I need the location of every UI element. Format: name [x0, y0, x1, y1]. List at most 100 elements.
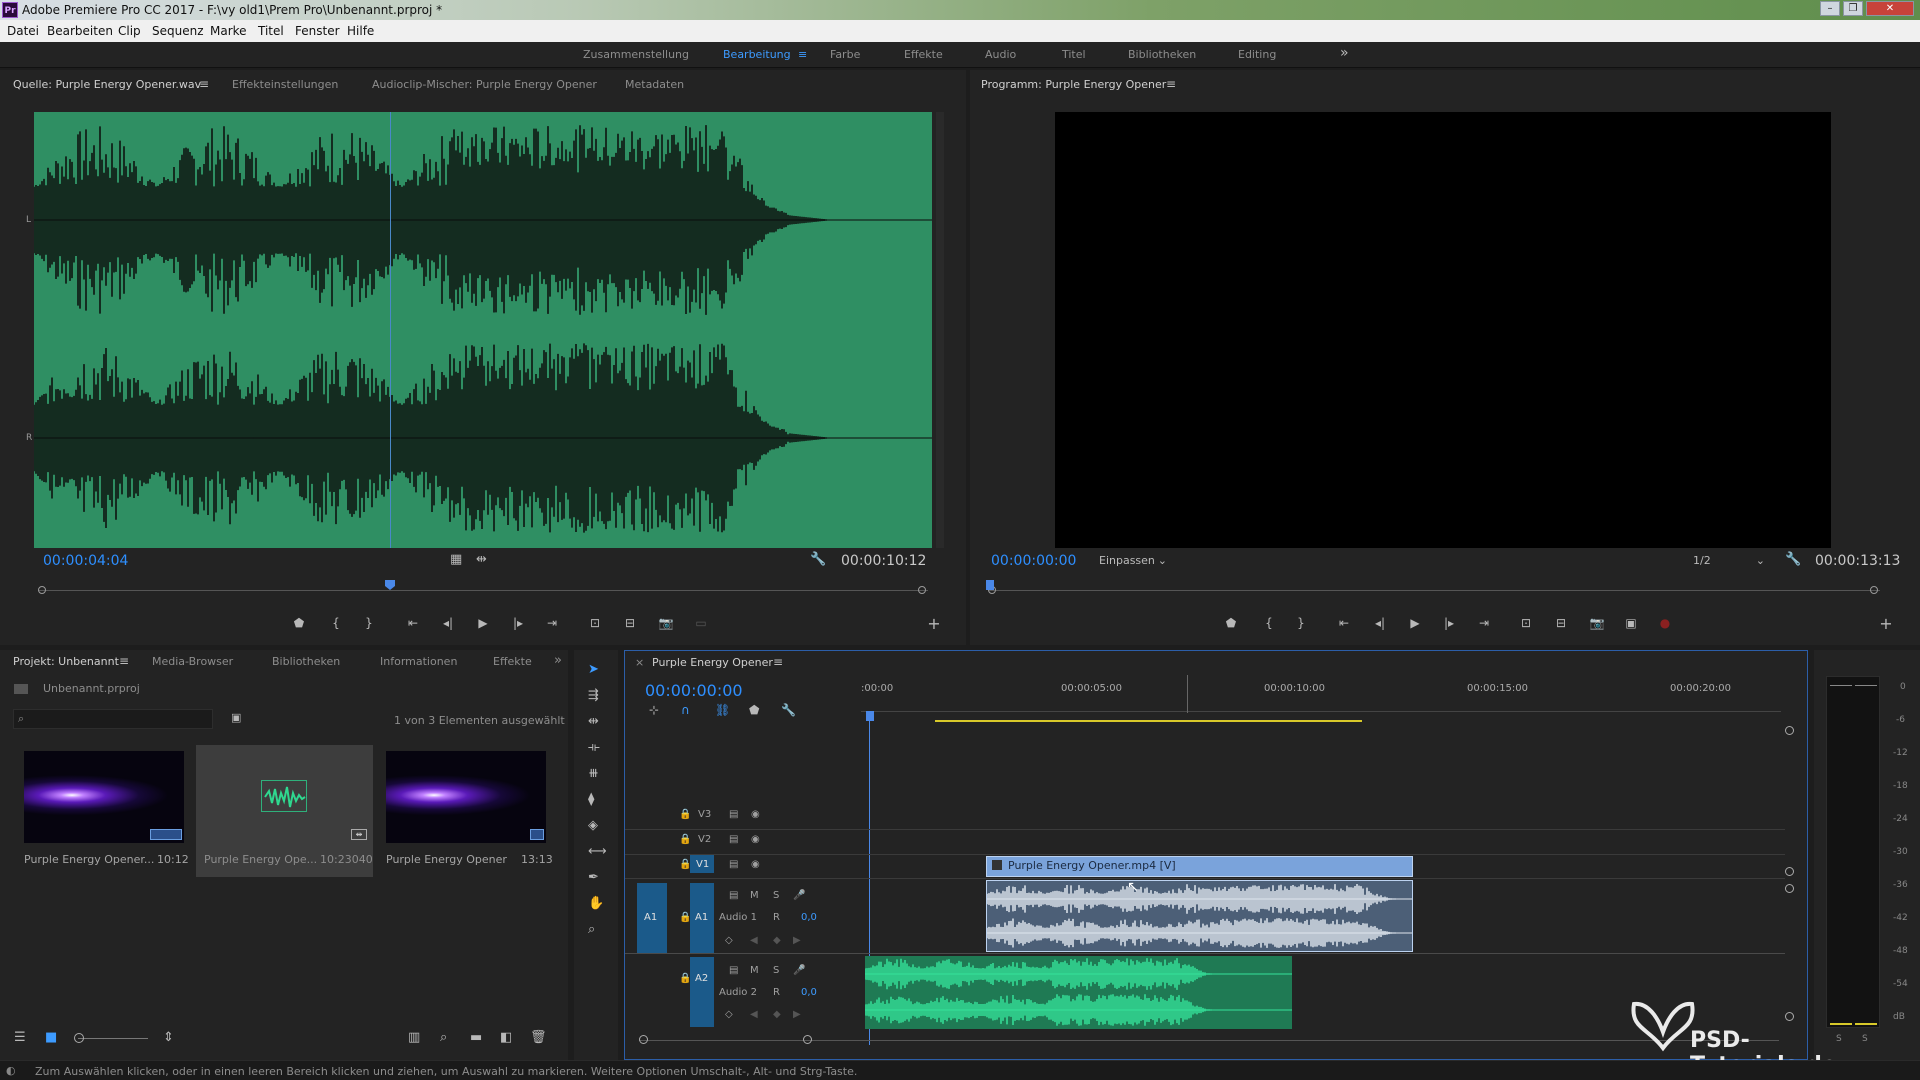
overwrite-icon[interactable]: ⊟	[621, 616, 639, 630]
mark-in-icon[interactable]: {	[327, 616, 345, 630]
program-scrub-end-handle[interactable]	[1870, 586, 1878, 594]
add-keyframe-icon[interactable]: ◆	[773, 935, 781, 946]
track-volume-value[interactable]: 0,0	[801, 912, 817, 923]
project-search-input[interactable]: ⌕	[13, 709, 213, 729]
solo-button[interactable]: S	[773, 965, 779, 976]
menu-sequenz[interactable]: Sequenz	[152, 24, 204, 38]
lock-icon[interactable]: 🔒	[679, 809, 691, 820]
tab-source[interactable]: Quelle: Purple Energy Opener.wav	[13, 78, 201, 91]
play-icon[interactable]: ▶	[474, 616, 492, 630]
timeline-timecode[interactable]: 00:00:00:00	[645, 681, 743, 700]
timeline-settings-wrench-icon[interactable]: 🔧	[781, 703, 796, 717]
comparison-view-icon[interactable]: ▣	[1622, 616, 1640, 630]
audio-clip-a1[interactable]	[986, 880, 1413, 952]
program-scrub-bar[interactable]	[986, 580, 1880, 598]
ripple-edit-tool-icon[interactable]: ⇹	[588, 714, 599, 729]
menu-fenster[interactable]: Fenster	[295, 24, 340, 38]
voiceover-mic-icon[interactable]: 🎤	[793, 890, 805, 901]
menu-marke[interactable]: Marke	[210, 24, 247, 38]
drag-audio-icon[interactable]: ⇹	[476, 552, 487, 567]
audio-clip-a2[interactable]	[865, 956, 1292, 1029]
program-playhead-marker[interactable]	[986, 580, 994, 590]
source-playhead-marker[interactable]	[385, 580, 395, 590]
go-to-in-icon[interactable]: ⇤	[404, 616, 422, 630]
source-current-timecode[interactable]: 00:00:04:04	[43, 553, 128, 569]
new-bin-icon[interactable]: ▬	[470, 1030, 482, 1045]
linked-selection-icon[interactable]: ⛓	[715, 703, 730, 717]
program-play-icon[interactable]: ▶	[1406, 616, 1424, 630]
audio-scroll-top-handle[interactable]	[1785, 884, 1794, 893]
scrub-start-handle[interactable]	[38, 586, 46, 594]
eye-icon[interactable]: ◉	[751, 859, 760, 870]
sync-lock-icon[interactable]: ▤	[729, 834, 738, 845]
zoom-tool-icon[interactable]: ⌕	[588, 922, 595, 937]
waveform-vertical-scale[interactable]	[936, 112, 944, 548]
prev-keyframe-icon[interactable]: ◀	[750, 1009, 758, 1020]
program-add-button-icon[interactable]: +	[1877, 614, 1895, 633]
slip-tool-icon[interactable]: ◈	[588, 818, 598, 833]
workspace-bearbeitung[interactable]: Bearbeitung	[723, 48, 791, 61]
list-view-icon[interactable]: ☰	[14, 1030, 26, 1045]
tab-libraries[interactable]: Bibliotheken	[272, 655, 340, 668]
tab-sequence[interactable]: Purple Energy Opener	[652, 656, 773, 669]
zoom-scroll-left-handle[interactable]	[639, 1035, 648, 1044]
comparison-view-icon[interactable]: ▭	[692, 616, 710, 630]
add-button-icon[interactable]: +	[925, 614, 943, 633]
zoom-scroll-right-handle[interactable]	[803, 1035, 812, 1044]
minimize-button[interactable]: –	[1820, 1, 1840, 16]
track-volume-value[interactable]: 0,0	[801, 987, 817, 998]
program-export-frame-icon[interactable]: 📷	[1588, 616, 1606, 630]
track-a2-target[interactable]	[690, 957, 714, 1027]
tab-info[interactable]: Informationen	[380, 655, 457, 668]
add-marker-icon[interactable]: ⬟	[290, 616, 308, 630]
hand-tool-icon[interactable]: ✋	[588, 896, 604, 911]
settings-wrench-icon[interactable]: 🔧	[810, 552, 826, 567]
solo-button[interactable]: S	[773, 890, 779, 901]
zoom-slider-handle[interactable]	[74, 1033, 84, 1043]
sort-icon[interactable]: ⇕	[163, 1030, 174, 1045]
lift-icon[interactable]: ⊡	[1517, 616, 1535, 630]
menu-datei[interactable]: Datei	[7, 24, 39, 38]
step-forward-icon[interactable]: |▸	[509, 616, 527, 630]
tab-program[interactable]: Programm: Purple Energy Opener	[981, 78, 1166, 91]
project-item-video-1[interactable]: Purple Energy Opener... 10:12	[14, 745, 191, 877]
program-video-frame[interactable]	[1055, 112, 1831, 548]
fit-dropdown[interactable]: Einpassen ⌄	[1095, 552, 1175, 570]
track-v2-label[interactable]: V2	[698, 834, 711, 845]
timeline-playhead[interactable]	[866, 711, 874, 721]
icon-view-icon[interactable]: ■	[45, 1030, 57, 1045]
track-select-tool-icon[interactable]: ⇶	[588, 688, 599, 703]
program-go-to-out-icon[interactable]: ⇥	[1475, 616, 1493, 630]
drag-video-icon[interactable]: ▦	[450, 552, 462, 567]
source-panel-menu-icon[interactable]: ≡	[199, 77, 209, 91]
workspace-audio[interactable]: Audio	[985, 48, 1016, 61]
eye-icon[interactable]: ◉	[751, 809, 760, 820]
mute-button[interactable]: M	[750, 965, 759, 976]
audio-waveform[interactable]: L R	[26, 112, 932, 548]
tab-media-browser[interactable]: Media-Browser	[152, 655, 233, 668]
resolution-dropdown[interactable]: 1/2 ⌄	[1689, 552, 1769, 570]
zoom-slider[interactable]	[78, 1038, 148, 1039]
sync-lock-icon[interactable]: ▤	[729, 809, 738, 820]
menu-clip[interactable]: Clip	[118, 24, 141, 38]
video-scroll-top-handle[interactable]	[1785, 726, 1794, 735]
workspace-titel[interactable]: Titel	[1062, 48, 1086, 61]
video-clip[interactable]: Purple Energy Opener.mp4 [V]	[986, 856, 1413, 877]
project-panel-menu-icon[interactable]: ≡	[119, 654, 129, 668]
program-step-forward-icon[interactable]: |▸	[1440, 616, 1458, 630]
scrub-end-handle[interactable]	[918, 586, 926, 594]
mark-out-icon[interactable]: }	[360, 616, 378, 630]
export-frame-icon[interactable]: 📷	[657, 616, 675, 630]
razor-tool-icon[interactable]: ⧫	[588, 792, 594, 807]
video-scroll-bottom-handle[interactable]	[1785, 867, 1794, 876]
workspace-editing[interactable]: Editing	[1238, 48, 1276, 61]
project-item-audio[interactable]: ⇹ Purple Energy Ope... 10:23040	[196, 745, 373, 877]
keyframe-toggle-icon[interactable]: ◇	[725, 1009, 733, 1020]
sync-lock-icon[interactable]: ▤	[729, 965, 738, 976]
add-marker-icon[interactable]: ⬟	[749, 703, 759, 717]
maximize-button[interactable]: ❐	[1843, 1, 1863, 16]
source-scrub-bar[interactable]	[38, 580, 928, 598]
tab-project[interactable]: Projekt: Unbenannt	[13, 655, 119, 668]
next-keyframe-icon[interactable]: ▶	[793, 935, 801, 946]
time-ruler[interactable]: :00:00 00:00:05:00 00:00:10:00 00:00:15:…	[861, 675, 1781, 727]
